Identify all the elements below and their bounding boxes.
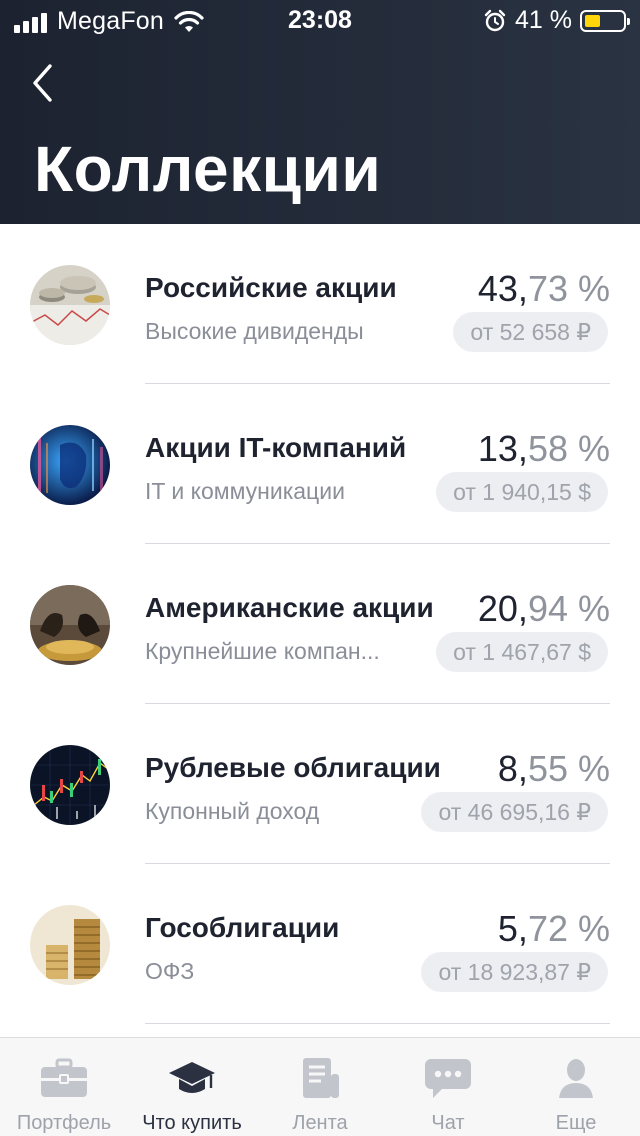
min-price-badge: от 46 695,16 ₽ (421, 792, 608, 832)
bull-bear-image (30, 585, 110, 665)
collection-subtitle: ОФЗ (145, 958, 195, 984)
trading-chart-image (30, 745, 110, 825)
header: MegaFon 23:08 41 % Коллекции (0, 0, 640, 224)
collection-subtitle: Крупнейшие компан... (145, 638, 380, 664)
tab-bar: Портфель Что купить Лента Чат Еще (0, 1037, 640, 1136)
page-title: Коллекции (34, 133, 382, 205)
tab-feed[interactable]: Лента (256, 1038, 384, 1136)
collection-yield: 20,94 % (477, 588, 610, 629)
divider (145, 1023, 610, 1024)
collection-name: Акции IT-компаний (145, 432, 407, 463)
status-bar: MegaFon 23:08 41 % (0, 0, 640, 40)
news-icon (303, 1058, 339, 1098)
battery-percent: 41 % (515, 6, 572, 34)
collection-item-russian-stocks[interactable]: Российские акции Высокие дивиденды 43,73… (0, 224, 640, 384)
coin-stacks-image (30, 905, 110, 985)
collection-subtitle: Высокие дивиденды (145, 318, 364, 344)
collection-name: Российские акции (145, 272, 397, 303)
chevron-left-icon (33, 64, 52, 102)
collection-name: Гособлигации (145, 912, 340, 943)
collection-yield: 8,55 % (497, 748, 610, 789)
tech-face-image (30, 425, 110, 505)
coins-chart-image (30, 265, 110, 345)
min-price-badge: от 18 923,87 ₽ (421, 952, 608, 992)
collection-item-gov-bonds[interactable]: Гособлигации ОФЗ 5,72 % от 18 923,87 ₽ (0, 864, 640, 1024)
min-price-badge: от 1 467,67 $ (436, 632, 608, 672)
tab-portfolio[interactable]: Портфель (0, 1038, 128, 1136)
collection-item-us-stocks[interactable]: Американские акции Крупнейшие компан... … (0, 544, 640, 704)
battery-icon (580, 9, 630, 32)
profile-icon (559, 1059, 593, 1098)
collection-subtitle: IT и коммуникации (145, 478, 345, 504)
tab-chat[interactable]: Чат (384, 1038, 512, 1136)
tab-label: Чат (431, 1112, 465, 1134)
collection-item-it-stocks[interactable]: Акции IT-компаний IT и коммуникации 13,5… (0, 384, 640, 544)
tab-label: Еще (555, 1112, 597, 1134)
chat-icon (425, 1059, 471, 1098)
collection-yield: 43,73 % (477, 268, 610, 309)
collection-name: Рублевые облигации (145, 752, 441, 783)
min-price-badge: от 1 940,15 $ (436, 472, 608, 512)
min-price-badge: от 52 658 ₽ (453, 312, 608, 352)
collections-list: Российские акции Высокие дивиденды 43,73… (0, 224, 640, 1024)
alarm-icon (484, 9, 506, 31)
collection-yield: 5,72 % (497, 908, 610, 949)
back-button[interactable] (20, 58, 64, 108)
briefcase-icon (41, 1058, 87, 1097)
graduation-cap-icon (169, 1062, 215, 1093)
tab-more[interactable]: Еще (512, 1038, 640, 1136)
tab-what-to-buy[interactable]: Что купить (128, 1038, 256, 1136)
tab-label: Портфель (16, 1112, 112, 1134)
collection-name: Американские акции (145, 592, 434, 623)
collection-item-ruble-bonds[interactable]: Рублевые облигации Купонный доход 8,55 %… (0, 704, 640, 864)
collection-yield: 13,58 % (477, 428, 610, 469)
tab-label: Лента (292, 1112, 348, 1134)
tab-label: Что купить (142, 1112, 242, 1134)
collection-subtitle: Купонный доход (145, 798, 320, 824)
